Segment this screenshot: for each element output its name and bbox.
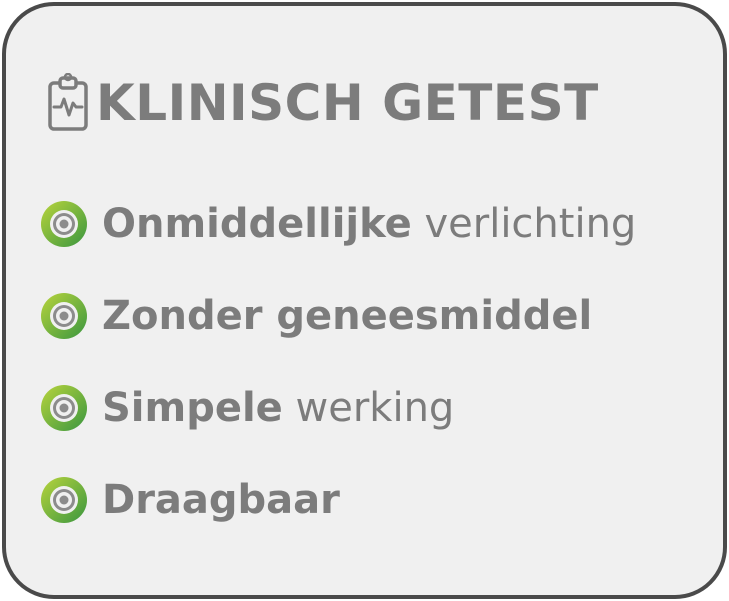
target-icon xyxy=(41,201,87,247)
feature-bold-text: Onmiddellijke xyxy=(102,201,412,247)
feature-card: KLINISCH GETEST Onmiddellijke verlichtin… xyxy=(2,2,727,599)
feature-text: Draagbaar xyxy=(102,477,340,523)
feature-bold-text: Draagbaar xyxy=(102,477,340,523)
target-icon xyxy=(41,293,87,339)
feature-bold-text: Zonder geneesmiddel xyxy=(102,293,593,339)
feature-item-zonder-geneesmiddel: Zonder geneesmiddel xyxy=(40,288,592,344)
feature-text: Onmiddellijke verlichting xyxy=(102,201,636,247)
feature-text: Simpele werking xyxy=(102,385,454,431)
target-icon xyxy=(41,477,87,523)
feature-regular-text: verlichting xyxy=(411,201,637,247)
feature-item-simpele-werking: Simpele werking xyxy=(40,380,454,436)
feature-text: Zonder geneesmiddel xyxy=(102,293,592,339)
card-header: KLINISCH GETEST xyxy=(46,68,599,138)
card-title: KLINISCH GETEST xyxy=(96,74,599,132)
feature-bold-text: Simpele xyxy=(102,385,283,431)
feature-regular-text: werking xyxy=(282,385,455,431)
feature-item-onmiddellijke-verlichting: Onmiddellijke verlichting xyxy=(40,196,636,252)
feature-item-draagbaar: Draagbaar xyxy=(40,472,340,528)
clipboard-heartbeat-icon xyxy=(48,73,88,131)
target-icon xyxy=(41,385,87,431)
